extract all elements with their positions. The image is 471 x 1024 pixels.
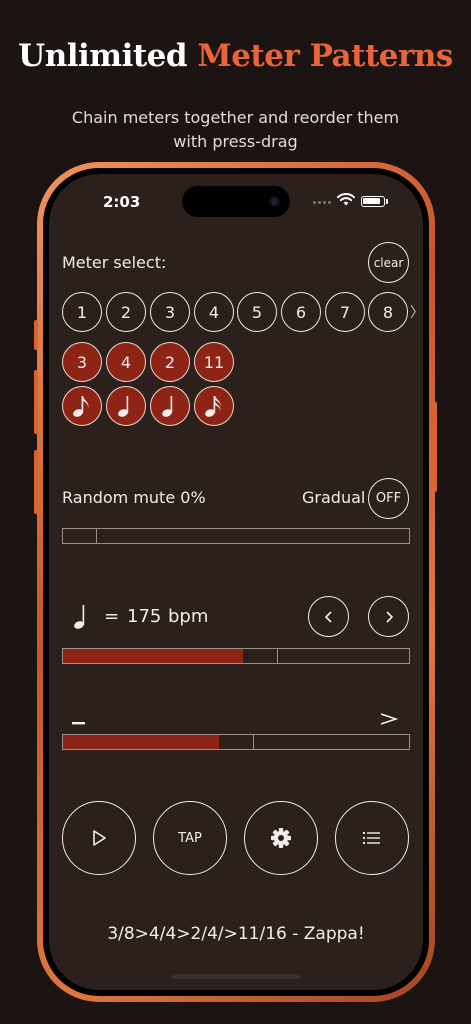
battery-icon [361, 196, 385, 207]
meter-number-5[interactable]: 5 [237, 292, 277, 332]
play-button[interactable] [62, 801, 136, 875]
meter-number-2[interactable]: 2 [106, 292, 146, 332]
play-icon [93, 830, 106, 846]
headline-part1: Unlimited [18, 38, 188, 74]
eighth-note-icon [73, 396, 89, 417]
meter-number-8[interactable]: 8 [368, 292, 408, 332]
random-mute-label: Random mute 0% [62, 488, 206, 507]
gradual-toggle-button[interactable]: OFF [368, 478, 409, 519]
chain-numerator-2[interactable]: 4 [106, 342, 146, 382]
camera-icon [269, 196, 280, 207]
bpm-value[interactable]: 175 [127, 606, 161, 627]
tempo-slider-marker [276, 649, 278, 663]
random-mute-slider[interactable] [62, 528, 410, 544]
meter-number-3[interactable]: 3 [150, 292, 190, 332]
subhead: Chain meters together and reorder them w… [0, 106, 471, 154]
volume-down-button [34, 450, 38, 514]
app-screen: 2:03 Meter select: clear 1 2 3 4 5 6 7 8… [49, 174, 423, 990]
chevron-right-icon [385, 610, 393, 623]
scroll-right-chevron-icon[interactable]: 〉 [410, 302, 423, 322]
power-button [433, 402, 437, 492]
chain-numerator-3[interactable]: 2 [150, 342, 190, 382]
pattern-list-button[interactable] [335, 801, 409, 875]
tempo-equals: = [104, 606, 120, 627]
meter-number-1[interactable]: 1 [62, 292, 102, 332]
accent-icon [380, 713, 398, 725]
subhead-line2: with press-drag [173, 132, 298, 151]
eighth-note-button[interactable] [62, 386, 102, 426]
tempo-decrease-button[interactable] [308, 596, 349, 637]
signal-dots-icon [313, 201, 331, 204]
quarter-note-icon [118, 396, 129, 417]
wifi-icon [337, 193, 355, 206]
chevron-left-icon [324, 610, 332, 623]
subhead-line1: Chain meters together and reorder them [71, 108, 400, 127]
volume-up-button [34, 370, 38, 434]
meter-select-label: Meter select: [62, 253, 167, 272]
tenuto-icon [72, 722, 85, 725]
action-button [34, 320, 38, 350]
home-indicator [171, 974, 301, 979]
headline: Unlimited Meter Patterns [0, 38, 471, 74]
meter-number-6[interactable]: 6 [281, 292, 321, 332]
headline-part2: Meter Patterns [197, 38, 453, 74]
settings-button[interactable] [244, 801, 318, 875]
quarter-note-button[interactable] [150, 386, 190, 426]
clear-button[interactable]: clear [368, 242, 409, 283]
tempo-slider-fill [63, 649, 243, 663]
current-pattern-text: 3/8>4/4>2/4/>11/16 - Zappa! [107, 924, 365, 944]
sixteenth-note-button[interactable] [194, 386, 234, 426]
tap-tempo-button[interactable]: TAP [153, 801, 227, 875]
quarter-note-icon [162, 396, 173, 417]
random-mute-slider-thumb[interactable] [96, 529, 97, 543]
gear-icon [271, 828, 291, 848]
accent-slider-fill [63, 735, 219, 749]
chain-numerator-4[interactable]: 11 [194, 342, 234, 382]
meter-number-7[interactable]: 7 [325, 292, 365, 332]
accent-slider[interactable] [62, 734, 410, 750]
status-time: 2:03 [103, 193, 141, 211]
meter-number-4[interactable]: 4 [194, 292, 234, 332]
list-icon [363, 832, 380, 844]
bpm-unit: bpm [168, 606, 209, 627]
quarter-note-icon [74, 605, 85, 629]
tempo-increase-button[interactable] [368, 596, 409, 637]
tempo-slider[interactable] [62, 648, 410, 664]
sixteenth-note-icon [205, 396, 221, 417]
chain-numerator-1[interactable]: 3 [62, 342, 102, 382]
dynamic-island [182, 186, 290, 217]
accent-slider-marker [252, 735, 254, 749]
gradual-label: Gradual [302, 488, 366, 507]
quarter-note-button[interactable] [106, 386, 146, 426]
